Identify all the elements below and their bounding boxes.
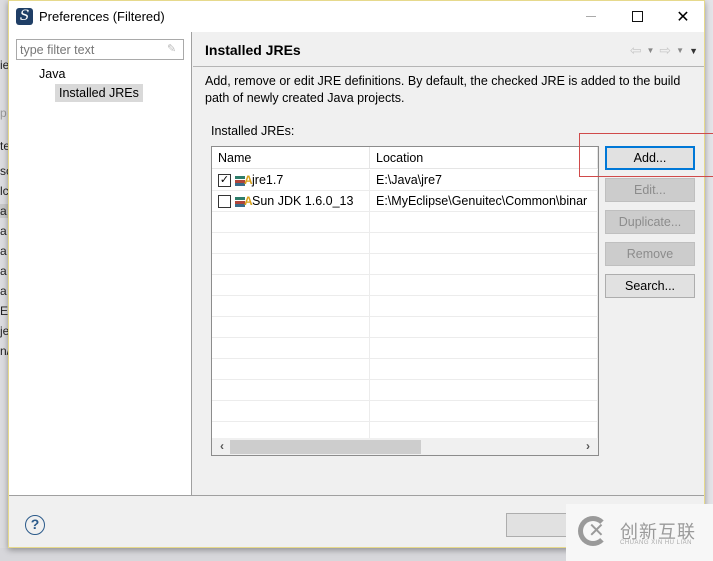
background-fragment: E — [0, 304, 8, 318]
jre-library-icon: A — [235, 195, 253, 207]
search-button[interactable]: Search... — [605, 274, 695, 298]
watermark-english-text: CHUANG XIN HU LIAN — [620, 540, 693, 546]
preference-tree-pane: ✎ Java Installed JREs — [9, 32, 192, 495]
minimize-button[interactable] — [568, 1, 614, 32]
background-fragment: a — [0, 244, 7, 258]
table-row-empty — [212, 212, 598, 233]
page-header: Installed JREs ⇦ ▼ ⇨ ▼ ▼ — [193, 32, 704, 67]
forward-arrow-icon[interactable]: ⇨ — [659, 42, 671, 59]
scroll-right-icon[interactable]: › — [580, 438, 596, 455]
background-fragment: lc — [0, 184, 8, 198]
preferences-dialog: S Preferences (Filtered) ✕ ✎ Java Instal… — [8, 0, 705, 548]
close-button[interactable]: ✕ — [660, 1, 706, 32]
jre-library-icon: A — [235, 174, 253, 186]
page-title: Installed JREs — [205, 42, 301, 58]
filter-input[interactable] — [17, 40, 157, 59]
view-menu-icon[interactable]: ▼ — [689, 46, 698, 56]
close-icon: ✕ — [676, 8, 690, 26]
watermark-x-icon: ✕ — [588, 520, 605, 542]
jre-name: jre1.7 — [252, 173, 284, 187]
page-description: Add, remove or edit JRE definitions. By … — [205, 74, 681, 105]
table-row-empty — [212, 317, 598, 338]
background-fragment: ie — [0, 58, 8, 72]
jre-name: Sun JDK 1.6.0_13 — [252, 194, 354, 208]
table-row[interactable]: ✓ A jre1.7 E:\Java\jre7 — [212, 170, 598, 191]
watermark: ✕ 创新互联 CHUANG XIN HU LIAN — [566, 504, 713, 561]
table-body: ✓ A jre1.7 E:\Java\jre7 A Sun JDK 1.6.0_… — [212, 170, 598, 443]
installed-jres-label: Installed JREs: — [211, 124, 295, 138]
table-row-empty — [212, 401, 598, 422]
table-row-empty — [212, 233, 598, 254]
background-ide-right-edge — [705, 0, 713, 561]
tree-item-installed-jres[interactable]: Installed JREs — [55, 84, 143, 102]
table-row[interactable]: A Sun JDK 1.6.0_13 E:\MyEclipse\Genuitec… — [212, 191, 598, 212]
jre-checkbox[interactable]: ✓ — [218, 173, 231, 187]
remove-button[interactable]: Remove — [605, 242, 695, 266]
edit-button[interactable]: Edit... — [605, 178, 695, 202]
add-button[interactable]: Add... — [605, 146, 695, 170]
table-row-empty — [212, 254, 598, 275]
tree-item-java[interactable]: Java — [39, 67, 65, 81]
background-fragment: a — [0, 224, 7, 238]
jre-location: E:\MyEclipse\Genuitec\Common\binar — [370, 191, 598, 211]
back-dropdown-icon[interactable]: ▼ — [647, 46, 655, 55]
scrollbar-thumb[interactable] — [230, 440, 421, 454]
clear-filter-icon[interactable]: ✎ — [167, 43, 179, 56]
table-row-empty — [212, 275, 598, 296]
page-navigation: ⇦ ▼ ⇨ ▼ ▼ — [630, 42, 698, 59]
duplicate-button[interactable]: Duplicate... — [605, 210, 695, 234]
eclipse-s-icon: S — [16, 8, 33, 25]
table-row-empty — [212, 359, 598, 380]
background-fragment: p — [0, 106, 7, 120]
jre-location: E:\Java\jre7 — [370, 170, 598, 190]
title-bar: S Preferences (Filtered) ✕ — [9, 1, 704, 32]
window-title: Preferences (Filtered) — [39, 9, 165, 24]
horizontal-scrollbar[interactable]: ‹ › — [212, 438, 598, 455]
column-header-name[interactable]: Name — [212, 147, 370, 169]
minimize-icon — [586, 16, 596, 17]
jre-checkbox[interactable] — [218, 194, 231, 208]
background-ide-left-edge: ie p te sc lc a a a a a E je n/ — [0, 0, 8, 561]
background-fragment: a — [0, 284, 7, 298]
forward-dropdown-icon[interactable]: ▼ — [676, 46, 684, 55]
maximize-icon — [631, 11, 643, 22]
background-fragment: n/ — [0, 344, 8, 358]
background-fragment: sc — [0, 164, 8, 178]
table-row-empty — [212, 380, 598, 401]
table-header: Name Location — [212, 147, 598, 169]
background-fragment: a — [0, 264, 7, 278]
back-arrow-icon[interactable]: ⇦ — [630, 42, 642, 59]
filter-field[interactable]: ✎ — [16, 39, 184, 60]
preference-page: Installed JREs ⇦ ▼ ⇨ ▼ ▼ Add, remove or … — [193, 32, 704, 495]
table-row-empty — [212, 338, 598, 359]
background-fragment: te — [0, 139, 8, 153]
background-fragment: a — [0, 204, 8, 218]
jre-table[interactable]: Name Location ✓ A jre1.7 E:\Java\jre7 A — [211, 146, 599, 456]
maximize-button[interactable] — [614, 1, 660, 32]
help-icon[interactable]: ? — [25, 515, 45, 535]
background-fragment: je — [0, 324, 8, 338]
scroll-left-icon[interactable]: ‹ — [214, 438, 230, 455]
table-row-empty — [212, 296, 598, 317]
column-header-location[interactable]: Location — [370, 147, 598, 169]
